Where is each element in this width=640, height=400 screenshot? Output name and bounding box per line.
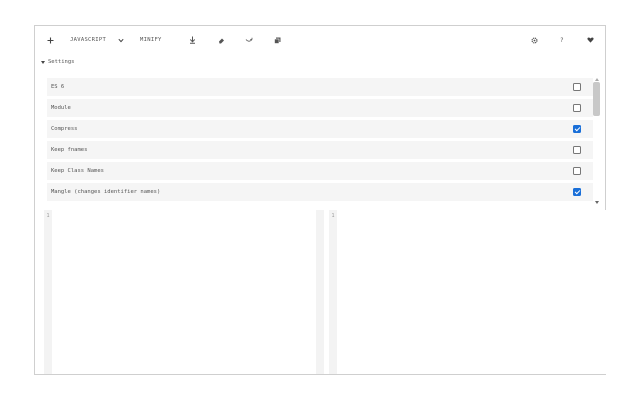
help-button-label: ? [560,36,564,44]
scroll-up-arrow-icon[interactable] [594,78,599,81]
input-editor: 1 [44,210,324,374]
line-number: 1 [46,213,50,219]
setting-label: Module [51,105,71,111]
heart-icon[interactable] [587,34,594,46]
app-window: JAVASCRIPT MINIFY ? Settings ES 6 Module… [34,25,606,375]
download-icon[interactable] [189,34,196,46]
caret-down-icon [41,60,45,64]
output-editor-textarea[interactable] [337,210,606,374]
setting-label: Keep Class Names [51,168,104,174]
help-button[interactable]: ? [560,34,564,46]
mode-button-label: MINIFY [140,37,162,43]
scroll-down-arrow-icon[interactable] [594,201,599,204]
setting-checkbox[interactable] [573,146,581,154]
mode-button[interactable]: MINIFY [140,34,162,46]
chevron-down-icon [118,38,124,43]
output-editor: 1 [329,210,606,374]
setting-checkbox[interactable] [573,83,581,91]
setting-checkbox[interactable] [573,104,581,112]
setting-es6[interactable]: ES 6 [47,78,593,96]
eraser-icon[interactable] [218,34,225,46]
setting-label: ES 6 [51,84,65,90]
settings-toggle[interactable]: Settings [41,59,75,65]
output-gutter: 1 [329,210,337,374]
gear-icon[interactable] [531,34,538,46]
settings-toggle-label: Settings [48,59,75,65]
setting-label: Keep fnames [51,147,88,153]
toolbar: JAVASCRIPT MINIFY ? [35,26,605,54]
language-select-label: JAVASCRIPT [70,37,107,43]
undo-arrow-icon[interactable] [245,34,253,46]
setting-label: Mangle (changes identifier names) [51,189,161,195]
setting-module[interactable]: Module [47,99,593,117]
setting-keep-class-names[interactable]: Keep Class Names [47,162,593,180]
setting-label: Compress [51,126,78,132]
setting-checkbox[interactable] [573,125,581,133]
setting-keep-fnames[interactable]: Keep fnames [47,141,593,159]
plus-icon[interactable] [47,34,54,46]
line-number: 1 [331,213,335,219]
settings-scrollbar[interactable] [593,78,600,204]
copy-icon[interactable] [274,34,281,46]
settings-list: ES 6 Module Compress Keep fnames Keep Cl… [47,78,593,204]
setting-mangle[interactable]: Mangle (changes identifier names) [47,183,593,201]
input-editor-textarea[interactable] [52,210,324,374]
setting-checkbox[interactable] [573,188,581,196]
setting-compress[interactable]: Compress [47,120,593,138]
language-select[interactable]: JAVASCRIPT [70,34,124,46]
input-gutter: 1 [44,210,52,374]
scroll-thumb[interactable] [593,82,600,116]
setting-checkbox[interactable] [573,167,581,175]
